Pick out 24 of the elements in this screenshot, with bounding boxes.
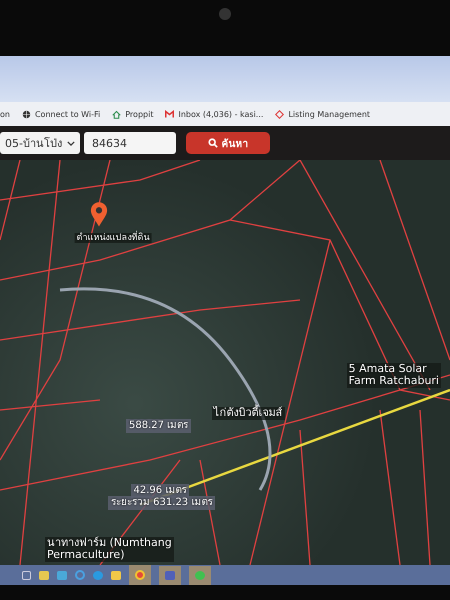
place-label: ไก่ตังบิวตี้เจมส์ bbox=[212, 407, 284, 420]
bookmark-link[interactable]: Proppit bbox=[125, 110, 154, 118]
house-icon bbox=[112, 110, 122, 118]
district-dropdown[interactable]: 05-บ้านโป่ง bbox=[0, 132, 80, 154]
bookmark-link[interactable]: on bbox=[0, 110, 10, 118]
task-view-icon[interactable] bbox=[22, 570, 31, 580]
map-pin-icon[interactable] bbox=[90, 202, 108, 228]
diamond-logo-icon bbox=[275, 110, 284, 118]
place-label: 5 Amata Solar Farm Ratchaburi bbox=[346, 362, 441, 388]
bookmark-link[interactable]: Listing Management bbox=[288, 110, 370, 118]
bookmark-link[interactable]: Connect to Wi-Fi bbox=[34, 110, 100, 118]
distance-label: 588.27 เมตร bbox=[126, 419, 192, 433]
pin-label: ตำแหน่งแปลงที่ดิน bbox=[74, 232, 152, 244]
place-label: นาทางฟาร์ม (Numthang Permaculture) bbox=[45, 536, 174, 562]
satellite-map[interactable]: ตำแหน่งแปลงที่ดิน 5 Amata Solar Farm Ratchaburi ไก่ตังบิวตี้เจมส์ 588.27 เมตร 42.96 เมตร ระยะรวม 631.23 เมตร นาทางฟาร์ม (Numthang Permaculture) bbox=[0, 160, 450, 565]
camera-drawing bbox=[219, 8, 231, 20]
search-icon bbox=[208, 138, 218, 148]
caret-icon bbox=[67, 140, 75, 146]
distance-label: ระยะรวม 631.23 เมตร bbox=[108, 496, 216, 510]
bookmark-link[interactable]: Inbox (4,036) - kasi... bbox=[178, 110, 264, 118]
distance-label: 42.96 เมตร bbox=[130, 484, 190, 498]
search-button[interactable]: ค้นหา bbox=[186, 132, 270, 154]
globe-icon bbox=[22, 110, 31, 118]
parcel-number-field[interactable]: 84634 bbox=[84, 132, 176, 154]
